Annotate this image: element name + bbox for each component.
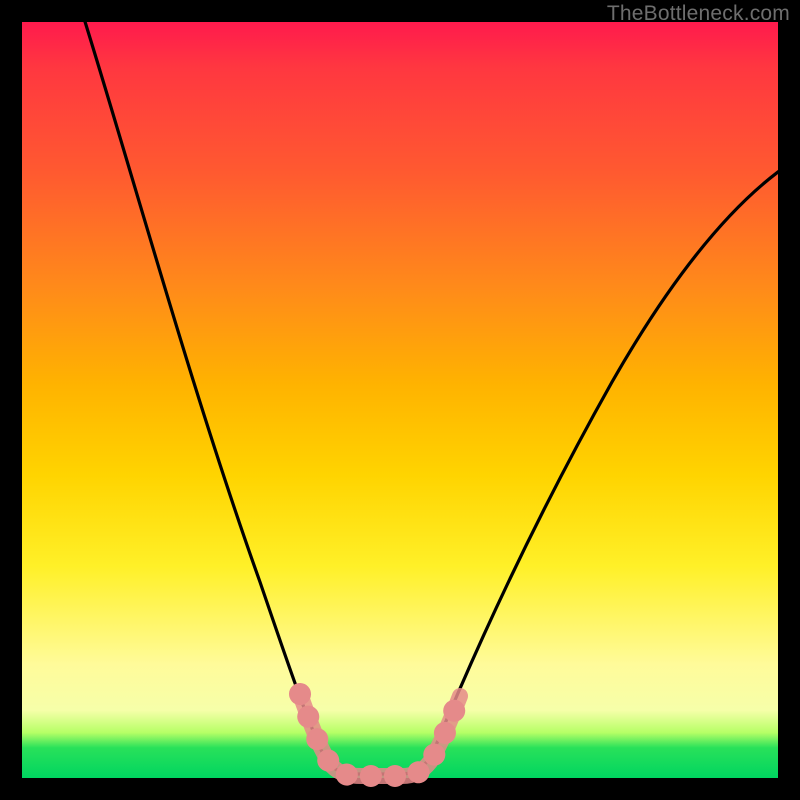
plot-area [22,22,778,778]
watermark-text: TheBottleneck.com [607,2,790,26]
bottleneck-curve [82,12,792,774]
curve-layer [22,22,778,778]
highlight-band-fill [300,694,460,776]
chart-frame: TheBottleneck.com [0,0,800,800]
